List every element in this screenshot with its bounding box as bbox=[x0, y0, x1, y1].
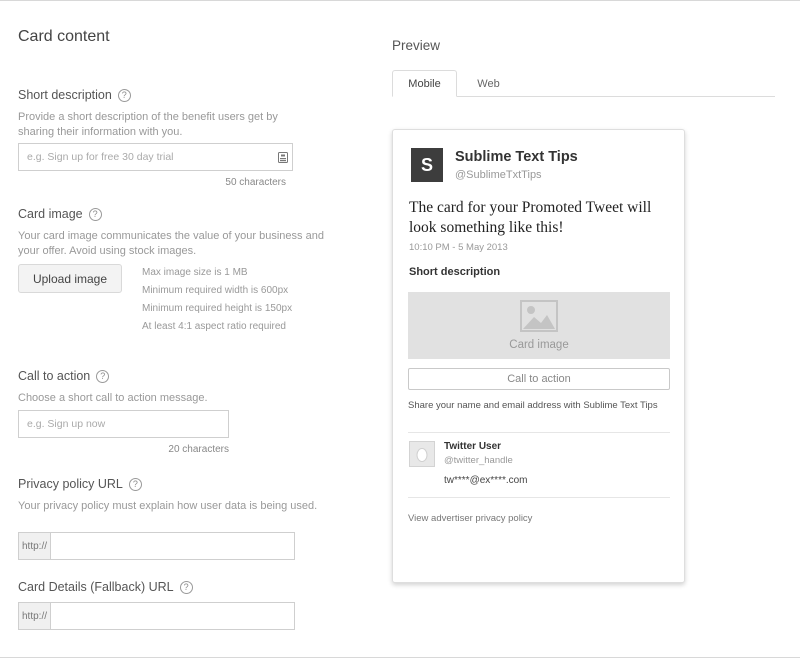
call-to-action-label-text: Call to action bbox=[18, 369, 91, 383]
privacy-policy-help-text: Your privacy policy must explain how use… bbox=[18, 500, 318, 512]
image-requirement: Minimum required width is 600px bbox=[142, 285, 289, 296]
egg-avatar-icon bbox=[409, 441, 435, 467]
privacy-policy-label-text: Privacy policy URL bbox=[18, 477, 123, 491]
call-to-action-input[interactable]: e.g. Sign up now bbox=[18, 410, 229, 438]
upload-image-button[interactable]: Upload image bbox=[18, 264, 122, 293]
user-name: Twitter User bbox=[444, 441, 502, 452]
account-avatar: S bbox=[411, 148, 443, 182]
question-circle-icon[interactable]: ? bbox=[96, 369, 110, 383]
image-requirement: Minimum required height is 150px bbox=[142, 303, 293, 314]
fallback-url-label-text: Card Details (Fallback) URL bbox=[18, 580, 174, 594]
call-to-action-counter: 20 characters bbox=[168, 444, 229, 455]
privacy-policy-url-input[interactable] bbox=[50, 532, 295, 560]
question-circle-icon[interactable]: ? bbox=[128, 477, 142, 491]
card-short-description: Short description bbox=[409, 266, 501, 278]
top-divider bbox=[0, 0, 800, 1]
card-image-placeholder: Card image bbox=[408, 292, 670, 359]
image-requirement: At least 4:1 aspect ratio required bbox=[142, 321, 286, 332]
card-image-help-text: Your card image communicates the value o… bbox=[18, 230, 324, 257]
account-name: Sublime Text Tips bbox=[455, 149, 578, 165]
short-description-input[interactable]: e.g. Sign up for free 30 day trial bbox=[18, 143, 293, 171]
tab-web[interactable]: Web bbox=[460, 70, 517, 97]
user-email: tw****@ex****.com bbox=[444, 475, 528, 486]
short-description-counter: 50 characters bbox=[225, 177, 286, 188]
tweet-timestamp: 10:10 PM - 5 May 2013 bbox=[409, 242, 508, 253]
call-to-action-button[interactable]: Call to action bbox=[408, 368, 670, 390]
call-to-action-label: Call to action ? bbox=[18, 369, 110, 383]
question-circle-icon[interactable]: ? bbox=[179, 580, 193, 594]
contact-card-icon[interactable] bbox=[278, 152, 288, 166]
question-circle-icon[interactable]: ? bbox=[117, 88, 131, 102]
question-circle-icon[interactable]: ? bbox=[88, 207, 102, 221]
divider bbox=[408, 432, 670, 433]
tweet-text: The card for your Promoted Tweet will lo… bbox=[409, 199, 652, 236]
card-image-label-text: Card image bbox=[18, 207, 83, 221]
account-handle: @SublimeTxtTips bbox=[455, 169, 542, 181]
fallback-url-label: Card Details (Fallback) URL ? bbox=[18, 580, 193, 594]
section-title: Card content bbox=[18, 28, 110, 45]
privacy-url-prefix: http:// bbox=[18, 532, 50, 560]
call-to-action-help-text: Choose a short call to action message. bbox=[18, 392, 208, 404]
card-preview: S Sublime Text Tips @SublimeTxtTips The … bbox=[392, 129, 685, 583]
user-handle: @twitter_handle bbox=[444, 455, 513, 466]
short-description-placeholder: e.g. Sign up for free 30 day trial bbox=[27, 151, 174, 163]
image-icon bbox=[520, 300, 558, 337]
image-requirements-list: Max image size is 1 MB Minimum required … bbox=[142, 264, 342, 336]
divider bbox=[408, 497, 670, 498]
short-description-label: Short description ? bbox=[18, 88, 131, 102]
image-requirement: Max image size is 1 MB bbox=[142, 267, 248, 278]
fallback-url-prefix: http:// bbox=[18, 602, 50, 630]
bottom-divider bbox=[0, 657, 800, 658]
privacy-policy-label: Privacy policy URL ? bbox=[18, 477, 142, 491]
preview-title: Preview bbox=[392, 38, 441, 53]
fallback-url-input[interactable] bbox=[50, 602, 295, 630]
short-description-help-text: Provide a short description of the benef… bbox=[18, 111, 278, 138]
privacy-policy-link[interactable]: View advertiser privacy policy bbox=[408, 513, 532, 524]
card-image-label: Card image ? bbox=[18, 207, 102, 221]
short-description-label-text: Short description bbox=[18, 88, 112, 102]
call-to-action-placeholder: e.g. Sign up now bbox=[27, 418, 106, 430]
tab-mobile[interactable]: Mobile bbox=[392, 70, 457, 97]
share-text: Share your name and email address with S… bbox=[408, 400, 658, 411]
card-image-label: Card image bbox=[509, 339, 569, 351]
